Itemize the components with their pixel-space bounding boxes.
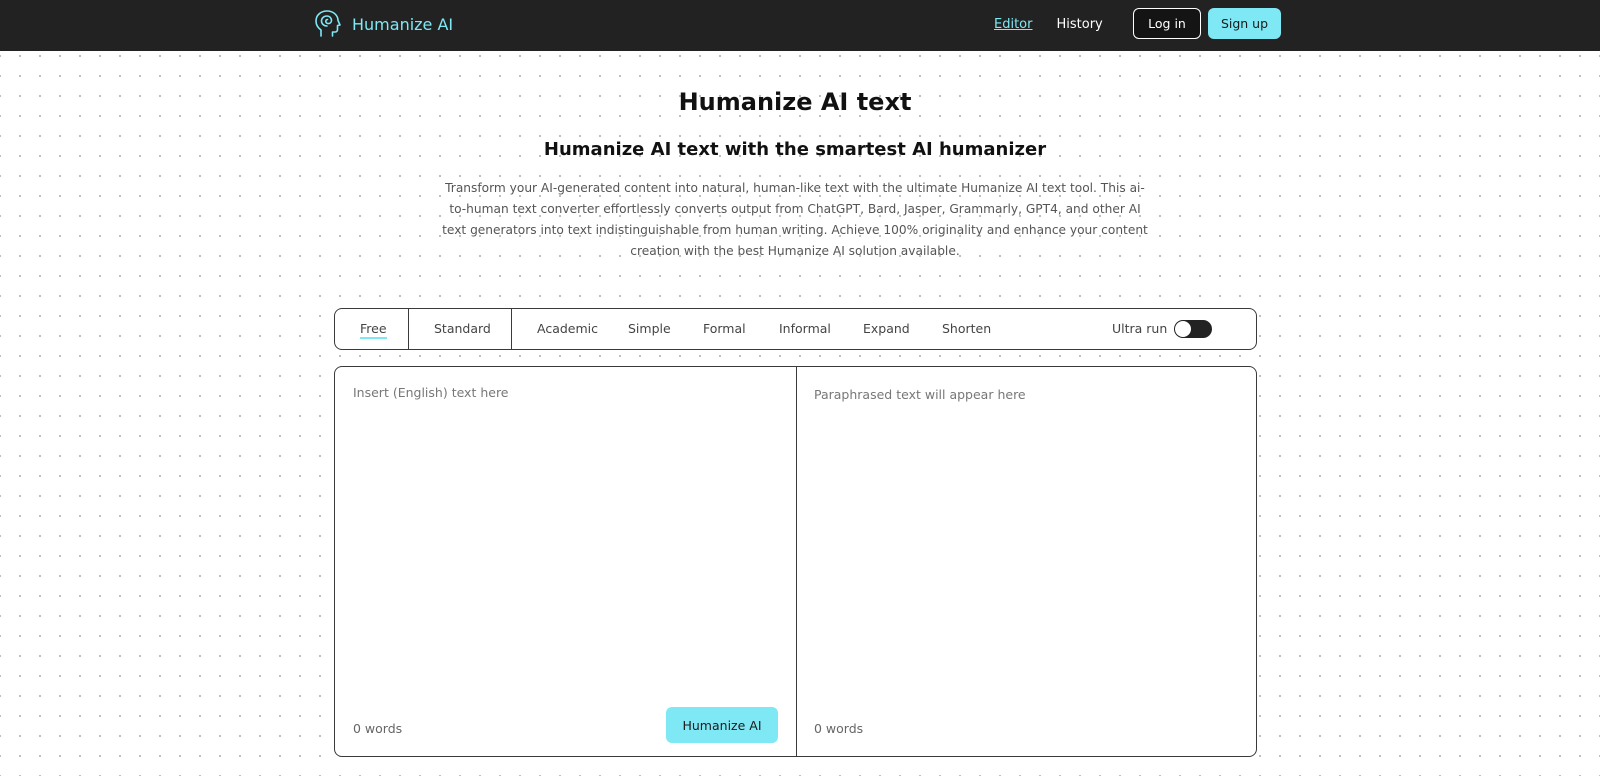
tab-free[interactable]: Free: [360, 309, 387, 349]
tab-academic-label: Academic: [537, 321, 599, 336]
tab-divider: [408, 309, 409, 349]
input-word-count: 0 words: [353, 721, 403, 736]
ultra-run-label: Ultra run: [1112, 321, 1168, 336]
tab-formal-label: Formal: [703, 321, 746, 336]
output-placeholder: Paraphrased text will appear here: [814, 387, 1026, 402]
tab-academic[interactable]: Academic: [537, 309, 598, 349]
brand-name: Humanize AI: [352, 14, 454, 34]
tab-informal[interactable]: Informal: [779, 309, 831, 349]
tab-expand-label: Expand: [863, 321, 910, 336]
page-description: Transform your AI-generated content into…: [442, 181, 1148, 258]
tab-simple[interactable]: Simple: [628, 309, 671, 349]
tab-shorten-label: Shorten: [942, 321, 992, 336]
output-word-count: 0 words: [814, 721, 864, 736]
tab-standard[interactable]: Standard: [434, 309, 491, 349]
tab-simple-label: Simple: [628, 321, 671, 336]
panel-divider: [796, 367, 797, 756]
input-text-area[interactable]: [353, 385, 773, 685]
mode-selector-bar: Free Standard Academic Simple Formal Inf…: [334, 308, 1257, 350]
tab-shorten[interactable]: Shorten: [942, 309, 991, 349]
signup-button[interactable]: Sign up: [1208, 8, 1281, 39]
editor-panels: 0 words Humanize AI Paraphrased text wil…: [334, 366, 1257, 757]
page-title: Humanize AI text: [678, 88, 912, 116]
tab-divider: [511, 309, 512, 349]
tab-standard-label: Standard: [434, 321, 491, 336]
main-nav: Editor History: [994, 0, 1103, 48]
login-button[interactable]: Log in: [1133, 8, 1201, 39]
tab-expand[interactable]: Expand: [863, 309, 910, 349]
brand-logo-link[interactable]: Humanize AI: [314, 8, 453, 40]
ultra-run-toggle[interactable]: [1174, 320, 1212, 338]
humanize-button[interactable]: Humanize AI: [666, 707, 778, 743]
tab-informal-label: Informal: [779, 321, 831, 336]
tab-formal[interactable]: Formal: [703, 309, 746, 349]
top-navigation-bar: Humanize AI Editor History Log in Sign u…: [0, 0, 1600, 51]
nav-link-editor[interactable]: Editor: [994, 17, 1032, 32]
nav-link-history[interactable]: History: [1056, 17, 1102, 32]
toggle-knob: [1175, 321, 1191, 337]
page-subtitle: Humanize AI text with the smartest AI hu…: [543, 139, 1047, 160]
head-spiral-icon: [315, 10, 341, 37]
tab-free-label: Free: [360, 321, 387, 339]
